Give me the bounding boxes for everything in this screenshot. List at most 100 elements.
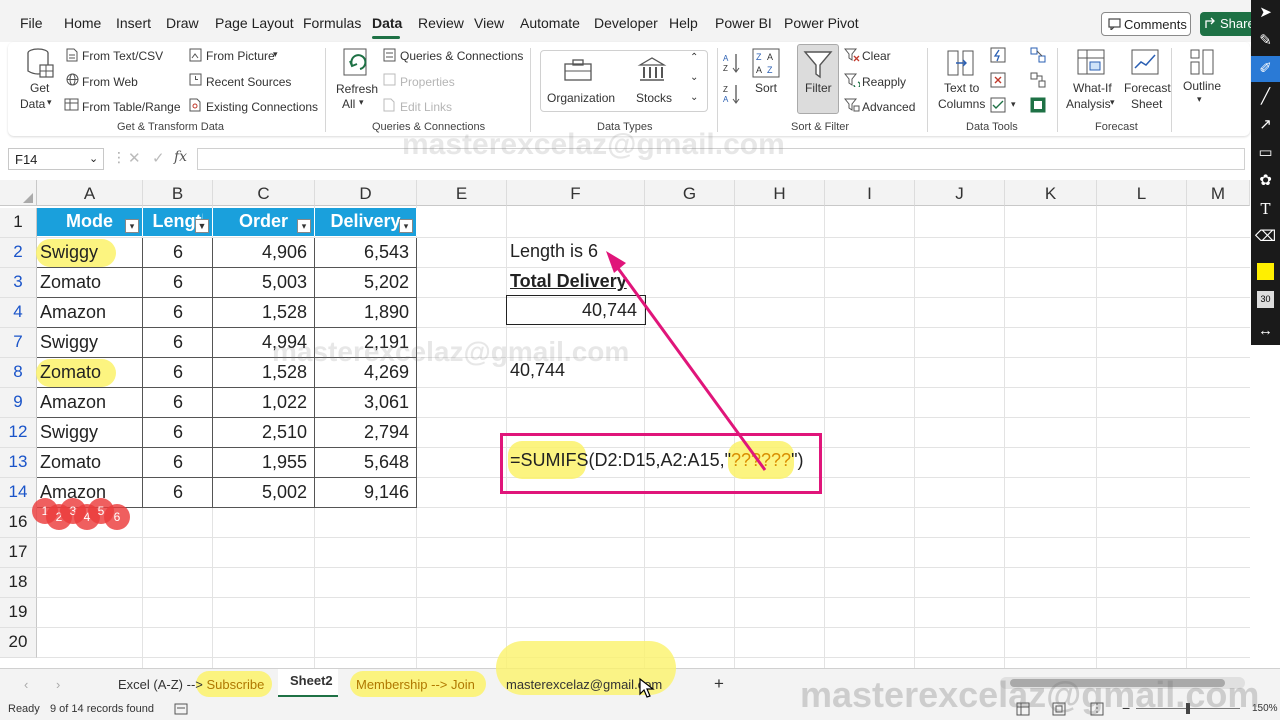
cell-mode[interactable]: Amazon [40, 482, 140, 503]
collapse-icon[interactable]: ↔ [1251, 318, 1280, 344]
get-data-label-2[interactable]: Data [20, 97, 45, 111]
recent-sources-button[interactable]: Recent Sources [206, 75, 291, 89]
scroll-up-icon[interactable]: ⌃ [690, 52, 698, 63]
cell-order[interactable]: 5,003 [213, 272, 307, 293]
cell-length[interactable]: 6 [143, 392, 213, 413]
row-header-17[interactable]: 17 [0, 538, 37, 568]
table-header-length[interactable]: Length▼ [143, 208, 213, 236]
cell-delivery[interactable]: 5,202 [315, 272, 409, 293]
refresh-label[interactable]: Refresh [336, 82, 378, 96]
row-header-2[interactable]: 2 [0, 238, 37, 268]
stocks-button[interactable]: Stocks [636, 91, 672, 105]
filter-dropdown-icon[interactable]: ▾ [297, 219, 311, 233]
column-header-a[interactable]: A [37, 180, 143, 206]
menu-formulas[interactable]: Formulas [303, 15, 361, 31]
enter-icon[interactable]: ✓ [152, 149, 165, 167]
cell-order[interactable]: 5,002 [213, 482, 307, 503]
filter-dropdown-icon[interactable]: ▾ [125, 219, 139, 233]
row-header-13[interactable]: 13 [0, 448, 37, 478]
cell-delivery[interactable]: 5,648 [315, 452, 409, 473]
cell-mode[interactable]: Amazon [40, 302, 140, 323]
select-all-corner[interactable] [0, 180, 37, 206]
column-header-b[interactable]: B [143, 180, 213, 206]
row-header-18[interactable]: 18 [0, 568, 37, 598]
forecast-label[interactable]: Forecast [1124, 81, 1171, 95]
cell-length[interactable]: 6 [143, 482, 213, 503]
cell-order[interactable]: 2,510 [213, 422, 307, 443]
accessibility-icon[interactable] [174, 703, 188, 715]
menu-help[interactable]: Help [669, 15, 698, 31]
palette-icon[interactable]: ✿ [1251, 168, 1280, 194]
row-header-9[interactable]: 9 [0, 388, 37, 418]
cursor-icon[interactable]: ➤ [1251, 0, 1280, 26]
menu-review[interactable]: Review [418, 15, 464, 31]
cell-mode[interactable]: Swiggy [40, 332, 140, 353]
next-sheet-icon[interactable]: › [56, 677, 60, 692]
cancel-icon[interactable]: ✕ [128, 149, 141, 167]
from-picture-button[interactable]: From Picture [206, 49, 275, 63]
add-sheet-button[interactable]: + [714, 674, 724, 694]
menu-view[interactable]: View [474, 15, 504, 31]
cell-delivery[interactable]: 2,794 [315, 422, 409, 443]
line-icon[interactable]: ╱ [1251, 84, 1280, 110]
row-header-3[interactable]: 3 [0, 268, 37, 298]
table-header-delivery[interactable]: Delivery ▾ [315, 208, 417, 236]
get-data-label[interactable]: Get [30, 81, 49, 95]
row-header-8[interactable]: 8 [0, 358, 37, 388]
outline-button[interactable]: Outline [1183, 79, 1221, 93]
highlighter-icon[interactable]: ✐ [1251, 56, 1280, 82]
name-box[interactable]: F14 ⌄ [8, 148, 104, 170]
cell-length[interactable]: 6 [143, 362, 213, 383]
text-to-label[interactable]: Text to [944, 81, 979, 95]
cell-length[interactable]: 6 [143, 422, 213, 443]
cell-mode[interactable]: Zomato [40, 452, 140, 473]
row-header-12[interactable]: 12 [0, 418, 37, 448]
menu-automate[interactable]: Automate [520, 15, 580, 31]
menu-power-pivot[interactable]: Power Pivot [784, 15, 859, 31]
insert-function-icon[interactable]: fx [174, 149, 187, 165]
organization-button[interactable]: Organization [547, 91, 615, 105]
analysis-label[interactable]: Analysis [1066, 97, 1111, 111]
row-header-1[interactable]: 1 [0, 208, 37, 238]
chevron-down-icon[interactable]: ⌄ [89, 152, 98, 165]
cell-delivery[interactable]: 1,890 [315, 302, 409, 323]
column-header-c[interactable]: C [213, 180, 315, 206]
cell-order[interactable]: 1,528 [213, 302, 307, 323]
advanced-button[interactable]: Advanced [862, 100, 915, 114]
row-header-19[interactable]: 19 [0, 598, 37, 628]
existing-connections-button[interactable]: Existing Connections [206, 100, 318, 114]
arrow-tool-icon[interactable]: ↗ [1251, 112, 1280, 138]
row-header-20[interactable]: 20 [0, 628, 37, 658]
table-header-order[interactable]: Order ▾ [213, 208, 315, 236]
filter-active-icon[interactable]: ▼ [195, 219, 209, 233]
menu-page-layout[interactable]: Page Layout [215, 15, 294, 31]
scroll-down-icon[interactable]: ⌄ [690, 72, 698, 83]
table-header-mode[interactable]: Mode ▾ [37, 208, 143, 236]
row-header-7[interactable]: 7 [0, 328, 37, 358]
more-options-icon[interactable]: ⋮ [112, 149, 126, 166]
from-web-button[interactable]: From Web [82, 75, 138, 89]
cell-mode[interactable]: Amazon [40, 392, 140, 413]
prev-sheet-icon[interactable]: ‹ [24, 677, 28, 692]
column-header-g[interactable]: G [645, 180, 735, 206]
row-header-4[interactable]: 4 [0, 298, 37, 328]
column-header-m[interactable]: M [1187, 180, 1250, 206]
queries-connections-button[interactable]: Queries & Connections [400, 49, 523, 63]
cell-length[interactable]: 6 [143, 302, 213, 323]
cell-length[interactable]: 6 [143, 452, 213, 473]
sheet-label[interactable]: Sheet [1131, 97, 1162, 111]
row-header-14[interactable]: 14 [0, 478, 37, 508]
column-header-l[interactable]: L [1097, 180, 1187, 206]
cell-length[interactable]: 6 [143, 332, 213, 353]
columns-label[interactable]: Columns [938, 97, 985, 111]
cell-order[interactable]: 1,022 [213, 392, 307, 413]
stroke-size-icon[interactable]: 30 [1257, 291, 1274, 308]
menu-developer[interactable]: Developer [594, 15, 658, 31]
clear-button[interactable]: Clear [862, 49, 891, 63]
pencil-icon[interactable]: ✎ [1251, 28, 1280, 54]
menu-data[interactable]: Data [372, 15, 402, 31]
cell-order[interactable]: 1,955 [213, 452, 307, 473]
reapply-button[interactable]: Reapply [862, 75, 906, 89]
color-swatch[interactable] [1257, 263, 1274, 280]
what-if-label[interactable]: What-If [1073, 81, 1112, 95]
